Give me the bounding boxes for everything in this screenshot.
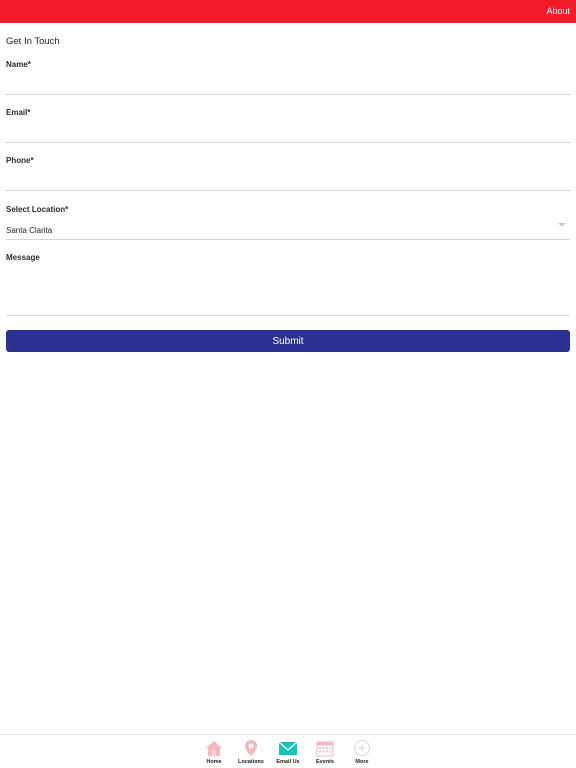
top-bar: About bbox=[0, 0, 576, 23]
plus-circle-icon bbox=[354, 740, 370, 756]
phone-label: Phone* bbox=[6, 156, 34, 165]
tab-home-label: Home bbox=[206, 759, 222, 765]
tab-events-label: Events bbox=[315, 759, 335, 765]
tab-more-label: More bbox=[355, 759, 369, 765]
contact-screen: About Get In Touch Name* Email* Phone* S… bbox=[0, 0, 576, 768]
dropdown-caret-icon bbox=[558, 223, 566, 227]
tab-more[interactable]: More bbox=[344, 739, 380, 768]
message-label: Message bbox=[6, 253, 40, 262]
email-label: Email* bbox=[6, 108, 31, 117]
email-field[interactable] bbox=[6, 124, 570, 143]
location-select[interactable]: Santa Clarita bbox=[6, 219, 570, 240]
message-field[interactable] bbox=[6, 271, 570, 316]
phone-field[interactable] bbox=[6, 172, 570, 191]
home-icon bbox=[206, 741, 222, 756]
tab-events[interactable]: Events bbox=[307, 739, 343, 768]
bottom-tab-bar: Home Locations Email Us Events More bbox=[0, 734, 576, 768]
tab-locations-label: Locations bbox=[238, 759, 264, 765]
location-label: Select Location* bbox=[6, 205, 69, 214]
name-field[interactable] bbox=[6, 76, 570, 95]
location-selected-value: Santa Clarita bbox=[6, 226, 53, 235]
envelope-icon bbox=[278, 741, 298, 755]
tab-email-us-label: Email Us bbox=[276, 759, 300, 765]
about-link[interactable]: About bbox=[546, 6, 570, 16]
name-label: Name* bbox=[6, 60, 31, 69]
location-pin-icon bbox=[245, 740, 257, 756]
calendar-icon bbox=[316, 741, 334, 757]
form-title: Get In Touch bbox=[6, 36, 60, 47]
tab-email-us[interactable]: Email Us bbox=[270, 739, 306, 768]
tab-locations[interactable]: Locations bbox=[233, 739, 269, 768]
submit-button[interactable]: Submit bbox=[6, 330, 570, 352]
tab-home[interactable]: Home bbox=[196, 739, 232, 768]
